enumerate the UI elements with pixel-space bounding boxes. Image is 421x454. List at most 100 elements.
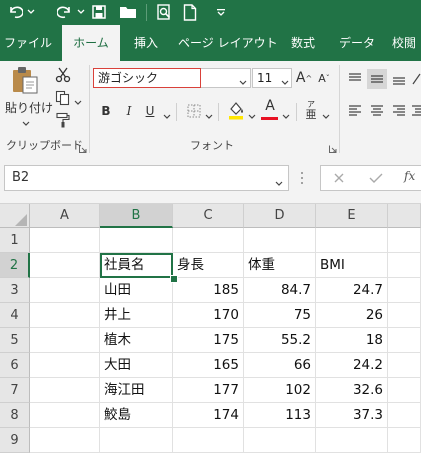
column-header-f[interactable] — [388, 204, 421, 228]
cell-e7[interactable]: 32.6 — [316, 378, 388, 403]
chevron-down-icon[interactable] — [281, 75, 289, 89]
border-dropdown-icon[interactable] — [205, 109, 213, 123]
redo-dropdown-icon[interactable] — [76, 2, 86, 22]
cell-a2[interactable] — [30, 253, 100, 278]
cell-f7[interactable] — [388, 378, 421, 403]
cell-f1[interactable] — [388, 228, 421, 253]
cell-b9[interactable] — [100, 428, 173, 453]
row-header-9[interactable]: 9 — [0, 428, 30, 453]
cell-e5[interactable]: 18 — [316, 328, 388, 353]
cell-c3[interactable]: 185 — [173, 278, 244, 303]
cell-a3[interactable] — [30, 278, 100, 303]
row-header-4[interactable]: 4 — [0, 303, 30, 328]
cell-a7[interactable] — [30, 378, 100, 403]
cell-d1[interactable] — [244, 228, 316, 253]
paste-dropdown-icon[interactable] — [22, 116, 30, 130]
column-header-a[interactable]: A — [30, 204, 100, 228]
grow-font-button[interactable]: A ^ — [296, 68, 312, 88]
column-header-b[interactable]: B — [100, 204, 173, 228]
print-preview-icon[interactable] — [153, 2, 175, 22]
cell-d8[interactable]: 113 — [244, 403, 316, 428]
phonetic-button[interactable]: ア亜 — [302, 99, 320, 121]
undo-icon[interactable] — [4, 2, 26, 22]
cell-f5[interactable] — [388, 328, 421, 353]
cell-f3[interactable] — [388, 278, 421, 303]
tab-insert[interactable]: 挿入 — [126, 25, 166, 61]
cell-d3[interactable]: 84.7 — [244, 278, 316, 303]
font-name-combobox[interactable]: 游ゴシック — [93, 68, 251, 88]
fill-color-dropdown-icon[interactable] — [248, 109, 256, 123]
border-icon[interactable] — [184, 101, 204, 121]
shrink-font-button[interactable]: Aˇ — [316, 68, 332, 88]
cell-c9[interactable] — [173, 428, 244, 453]
cell-c4[interactable]: 170 — [173, 303, 244, 328]
align-bottom-icon[interactable] — [389, 69, 409, 89]
clipboard-launcher-icon[interactable] — [79, 142, 87, 156]
cell-a9[interactable] — [30, 428, 100, 453]
font-name-input[interactable]: 游ゴシック — [98, 70, 158, 86]
cell-d7[interactable]: 102 — [244, 378, 316, 403]
align-top-icon[interactable] — [345, 69, 365, 89]
phonetic-dropdown-icon[interactable] — [322, 109, 330, 123]
row-header-6[interactable]: 6 — [0, 353, 30, 378]
cell-d2[interactable]: 体重 — [244, 253, 316, 278]
select-all-button[interactable] — [0, 204, 30, 228]
cell-a4[interactable] — [30, 303, 100, 328]
format-painter-icon[interactable] — [52, 109, 74, 131]
row-header-8[interactable]: 8 — [0, 403, 30, 428]
cut-icon[interactable] — [52, 64, 74, 86]
cell-b8[interactable]: 鮫島 — [100, 403, 173, 428]
redo-icon[interactable] — [54, 2, 76, 22]
font-color-dropdown-icon[interactable] — [282, 109, 290, 123]
tab-file[interactable]: ファイル — [4, 25, 52, 61]
name-box-value[interactable]: B2 — [12, 170, 29, 185]
cell-a5[interactable] — [30, 328, 100, 353]
italic-button[interactable]: I — [121, 101, 137, 121]
undo-dropdown-icon[interactable] — [26, 2, 36, 22]
cell-f6[interactable] — [388, 353, 421, 378]
cell-d4[interactable]: 75 — [244, 303, 316, 328]
align-middle-icon[interactable] — [367, 69, 387, 89]
tab-data[interactable]: データ — [334, 25, 380, 61]
cell-b7[interactable]: 海江田 — [100, 378, 173, 403]
align-center-icon[interactable] — [367, 101, 387, 121]
cell-e3[interactable]: 24.7 — [316, 278, 388, 303]
chevron-down-icon[interactable] — [214, 2, 228, 22]
cell-c8[interactable]: 174 — [173, 403, 244, 428]
column-header-e[interactable]: E — [316, 204, 388, 228]
cell-e4[interactable]: 26 — [316, 303, 388, 328]
tab-page-layout[interactable]: ページ レイアウト — [178, 25, 278, 61]
formula-bar-splitter[interactable] — [300, 170, 304, 186]
cell-a6[interactable] — [30, 353, 100, 378]
folder-icon[interactable] — [117, 2, 139, 22]
copy-dropdown-icon[interactable] — [74, 95, 82, 109]
cell-b3[interactable]: 山田 — [100, 278, 173, 303]
chevron-down-icon[interactable] — [239, 75, 247, 89]
paste-label[interactable]: 貼り付け — [5, 99, 53, 116]
paste-icon[interactable] — [8, 65, 42, 95]
font-size-input[interactable]: 11 — [257, 70, 272, 86]
fill-handle[interactable] — [170, 275, 178, 283]
cell-f9[interactable] — [388, 428, 421, 453]
cell-f4[interactable] — [388, 303, 421, 328]
cell-c5[interactable]: 175 — [173, 328, 244, 353]
chevron-down-icon[interactable] — [275, 176, 283, 190]
underline-dropdown-icon[interactable] — [163, 109, 171, 123]
enter-icon[interactable] — [369, 172, 383, 187]
cell-b1[interactable] — [100, 228, 173, 253]
align-right-icon[interactable] — [389, 101, 409, 121]
cell-b6[interactable]: 大田 — [100, 353, 173, 378]
cell-d5[interactable]: 55.2 — [244, 328, 316, 353]
cell-d9[interactable] — [244, 428, 316, 453]
row-header-5[interactable]: 5 — [0, 328, 30, 353]
cell-a1[interactable] — [30, 228, 100, 253]
row-header-1[interactable]: 1 — [0, 228, 30, 253]
align-left-icon[interactable] — [345, 101, 365, 121]
tab-home[interactable]: ホーム — [62, 25, 120, 61]
column-header-c[interactable]: C — [173, 204, 244, 228]
cell-e8[interactable]: 37.3 — [316, 403, 388, 428]
cell-f2[interactable] — [388, 253, 421, 278]
cell-e2[interactable]: BMI — [316, 253, 388, 278]
name-box[interactable]: B2 — [4, 165, 289, 191]
font-size-combobox[interactable]: 11 — [252, 68, 292, 88]
